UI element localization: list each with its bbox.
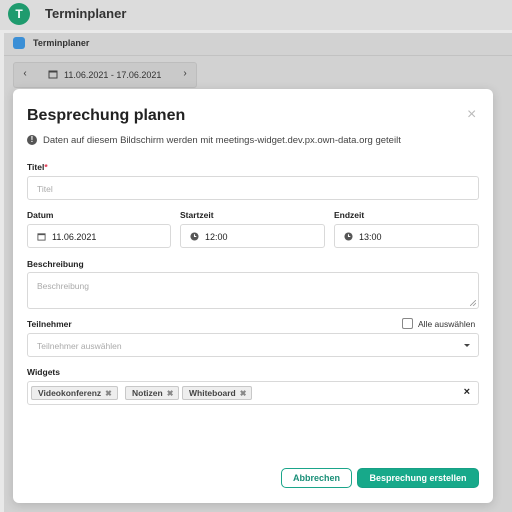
create-meeting-button[interactable]: Besprechung erstellen xyxy=(357,468,479,488)
calendar-icon xyxy=(37,233,46,241)
description-label: Beschreibung xyxy=(27,259,84,269)
data-sharing-notice: Daten auf diesem Bildschirm werden mit m… xyxy=(43,135,401,146)
panel-title: Terminplaner xyxy=(33,38,90,48)
end-time-label: Endzeit xyxy=(334,210,365,220)
cancel-button[interactable]: Abbrechen xyxy=(281,468,352,488)
widgets-label: Widgets xyxy=(27,367,60,377)
widget-tag: Videokonferenz ✖ xyxy=(31,386,118,400)
date-label: Datum xyxy=(27,210,54,220)
remove-tag-icon[interactable]: ✖ xyxy=(105,389,112,398)
app-title: Terminplaner xyxy=(45,6,127,21)
participants-placeholder: Teilnehmer auswählen xyxy=(37,341,122,351)
dialog-title: Besprechung planen xyxy=(27,107,186,124)
remove-tag-icon[interactable]: ✖ xyxy=(240,389,247,398)
widgets-select[interactable]: Videokonferenz ✖ Notizen ✖ Whiteboard ✖ × xyxy=(27,381,479,405)
panel-header: Terminplaner xyxy=(4,33,512,56)
remove-tag-icon[interactable]: ✖ xyxy=(167,389,174,398)
schedule-meeting-dialog: Besprechung planen × ! Daten auf diesem … xyxy=(13,89,493,503)
select-all-checkbox[interactable] xyxy=(402,318,413,329)
start-time-value: 12:00 xyxy=(205,232,228,242)
title-label: Titel* xyxy=(27,162,48,172)
calendar-icon xyxy=(48,70,58,79)
participants-label: Teilnehmer xyxy=(27,319,72,329)
widget-icon xyxy=(13,37,25,49)
widget-tag: Whiteboard ✖ xyxy=(182,386,253,400)
start-time-field[interactable]: 12:00 xyxy=(180,224,325,248)
chevron-down-icon[interactable] xyxy=(464,344,470,347)
select-all-label[interactable]: Alle auswählen xyxy=(418,319,475,329)
title-input[interactable]: Titel xyxy=(27,176,479,200)
chevron-left-icon[interactable]: ‹ xyxy=(14,63,36,87)
info-icon: ! xyxy=(27,135,37,145)
participants-select[interactable]: Teilnehmer auswählen xyxy=(27,333,479,357)
app-header: T Terminplaner xyxy=(0,0,512,30)
end-time-value: 13:00 xyxy=(359,232,382,242)
date-range-picker[interactable]: ‹ 11.06.2021 - 17.06.2021 › xyxy=(13,62,197,88)
date-value: 11.06.2021 xyxy=(52,232,97,242)
clear-icon[interactable]: × xyxy=(464,386,470,398)
title-placeholder: Titel xyxy=(37,184,53,194)
date-range-label: 11.06.2021 - 17.06.2021 xyxy=(64,70,162,80)
close-icon[interactable]: × xyxy=(467,107,476,123)
widget-tag: Notizen ✖ xyxy=(125,386,180,400)
start-time-label: Startzeit xyxy=(180,210,214,220)
resize-handle-icon[interactable] xyxy=(470,300,476,306)
date-field[interactable]: 11.06.2021 xyxy=(27,224,171,248)
clock-icon xyxy=(344,232,353,241)
end-time-field[interactable]: 13:00 xyxy=(334,224,479,248)
clock-icon xyxy=(190,232,199,241)
description-placeholder: Beschreibung xyxy=(37,281,89,291)
chevron-right-icon[interactable]: › xyxy=(174,63,196,87)
app-logo: T xyxy=(8,3,30,25)
description-textarea[interactable]: Beschreibung xyxy=(27,272,479,309)
